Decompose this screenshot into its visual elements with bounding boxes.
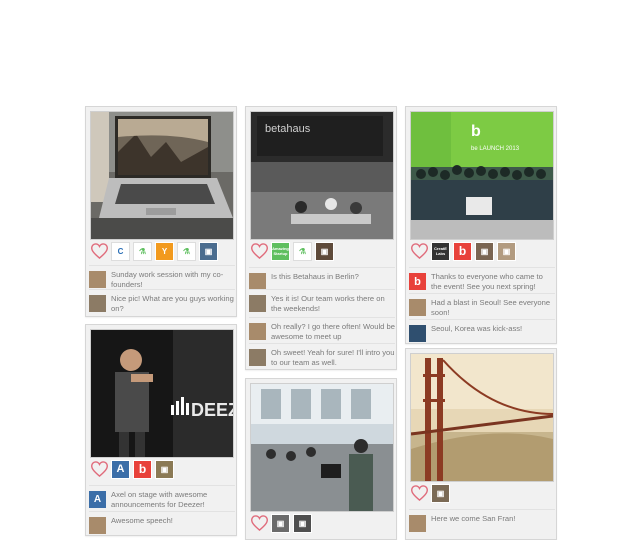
b-avatar-label: b [414,275,421,288]
b-badge-label: b [138,462,147,476]
comment-item: Yes it is! Our team works there on the w… [249,289,395,314]
comment-item: Nice pic! What are you guys working on? [89,289,235,314]
badge-c-label: C [117,246,124,256]
comment-text: Oh really? I go there often! Would be aw… [271,322,395,341]
badge-y[interactable]: Y [155,241,174,261]
avatar-photo[interactable]: ▣ [431,483,450,503]
comment-text: Is this Betahaus in Berlin? [271,272,359,281]
comment-item: Here we come San Fran! [409,509,555,532]
comment-item: Oh sweet! Yeah for sure! I'll intro you … [249,343,395,368]
comment-item: Seoul, Korea was kick-ass! [409,319,555,342]
avatar-glyph: ▣ [320,246,329,256]
comment-item: Awesome speech! [89,511,235,534]
flask-icon[interactable]: ⚗ [293,241,312,261]
svg-text:be LAUNCH 2013: be LAUNCH 2013 [471,146,520,152]
comment-text: Sunday work session with my co-founders! [111,270,224,289]
comment-item: Is this Betahaus in Berlin? [249,267,395,290]
photo-card[interactable]: b be LAUNCH 2013 CreatE Labs b ▣ ▣ b Tha… [405,106,557,344]
b-badge[interactable]: b [453,241,472,261]
a-avatar-label: A [93,494,102,505]
svg-text:b: b [471,123,481,140]
flask-icon[interactable]: ⚗ [177,241,196,261]
comment-text: Oh sweet! Yeah for sure! I'll intro you … [271,348,395,367]
badge-c[interactable]: C [111,241,130,261]
photo-card[interactable]: DEEZ A b ▣ A Axel on stage with awesome … [85,324,237,536]
avatar [249,349,266,366]
photo-belaunch[interactable]: b be LAUNCH 2013 [410,111,554,240]
photo-laptop[interactable] [90,111,234,240]
comment-item: Oh really? I go there often! Would be aw… [249,317,395,342]
create-labs-badge[interactable]: CreatE Labs [431,241,450,261]
heart-icon[interactable] [410,484,428,502]
b-badge-label: b [458,244,467,258]
avatar [409,325,426,342]
heart-icon[interactable] [250,514,268,532]
photo-deezer-stage[interactable]: DEEZ [90,329,234,458]
comment-text: Here we come San Fran! [431,514,516,523]
heart-icon[interactable] [90,242,108,260]
flask-glyph: ⚗ [138,246,147,256]
a-badge[interactable]: A [111,459,130,479]
avatar-glyph: ▣ [204,246,213,256]
comment-text: Yes it is! Our team works there on the w… [271,294,385,313]
card-actions: ▣ [410,483,450,503]
comment-item: Had a blast in Seoul! See everyone soon! [409,293,555,318]
avatar [409,299,426,316]
photo-golden-gate[interactable] [410,353,554,482]
avatar [89,295,106,312]
b-badge[interactable]: b [133,459,152,479]
avatar-glyph: ▣ [480,246,489,256]
comment-item: b Thanks to everyone who came to the eve… [409,267,555,292]
heart-icon[interactable] [90,460,108,478]
avatar-glyph: ▣ [436,488,445,498]
avatar-photo[interactable]: ▣ [199,241,218,261]
comment-text: Thanks to everyone who came to the event… [431,272,543,291]
flask-glyph: ⚗ [298,246,307,256]
photo-card[interactable]: betahaus Amazing Startup ⚗ ▣ Is this Bet… [245,106,397,370]
comment-item: Sunday work session with my co-founders! [89,265,235,290]
card-actions: Amazing Startup ⚗ ▣ [250,241,334,261]
avatar-photo[interactable]: ▣ [155,459,174,479]
card-actions: ▣ ▣ [250,513,312,533]
badge-y-label: Y [161,246,168,256]
photo-card[interactable]: ▣ Here we come San Fran! [405,348,557,540]
comment-text: Nice pic! What are you guys working on? [111,294,234,313]
avatar-glyph: ▣ [502,246,511,256]
photo-card[interactable]: C ⚗ Y ⚗ ▣ Sunday work session with my co… [85,106,237,317]
amazing-startup-label: Amazing Startup [272,246,289,256]
avatar-photo[interactable]: ▣ [315,241,334,261]
avatar [409,515,426,532]
avatar-glyph: ▣ [160,464,169,474]
avatar-photo[interactable]: ▣ [475,241,494,261]
avatar [249,295,266,312]
avatar-photo[interactable]: ▣ [497,241,516,261]
avatar [249,323,266,340]
photo-card[interactable]: ▣ ▣ [245,378,397,540]
b-avatar: b [409,273,426,290]
comment-text: Had a blast in Seoul! See everyone soon! [431,298,551,317]
heart-icon[interactable] [250,242,268,260]
svg-text:betahaus: betahaus [265,123,311,135]
a-avatar: A [89,491,106,508]
amazing-startup-badge[interactable]: Amazing Startup [271,241,290,261]
create-labs-label: CreatE Labs [434,246,447,256]
comment-text: Seoul, Korea was kick-ass! [431,324,523,333]
avatar-photo[interactable]: ▣ [271,513,290,533]
a-badge-label: A [116,463,125,475]
avatar [249,273,266,290]
avatar-photo[interactable]: ▣ [293,513,312,533]
deezer-logo-text: DEEZ [191,400,233,420]
comment-item: A Axel on stage with awesome announcemen… [89,485,235,510]
flask-icon[interactable]: ⚗ [133,241,152,261]
card-actions: CreatE Labs b ▣ ▣ [410,241,516,261]
card-actions: A b ▣ [90,459,174,479]
avatar [89,271,106,288]
comment-text: Awesome speech! [111,516,173,525]
card-actions: C ⚗ Y ⚗ ▣ [90,241,218,261]
comment-text: Axel on stage with awesome announcements… [111,490,208,509]
photo-office[interactable] [250,383,394,512]
photo-betahaus[interactable]: betahaus [250,111,394,240]
heart-icon[interactable] [410,242,428,260]
flask-glyph: ⚗ [182,246,191,256]
